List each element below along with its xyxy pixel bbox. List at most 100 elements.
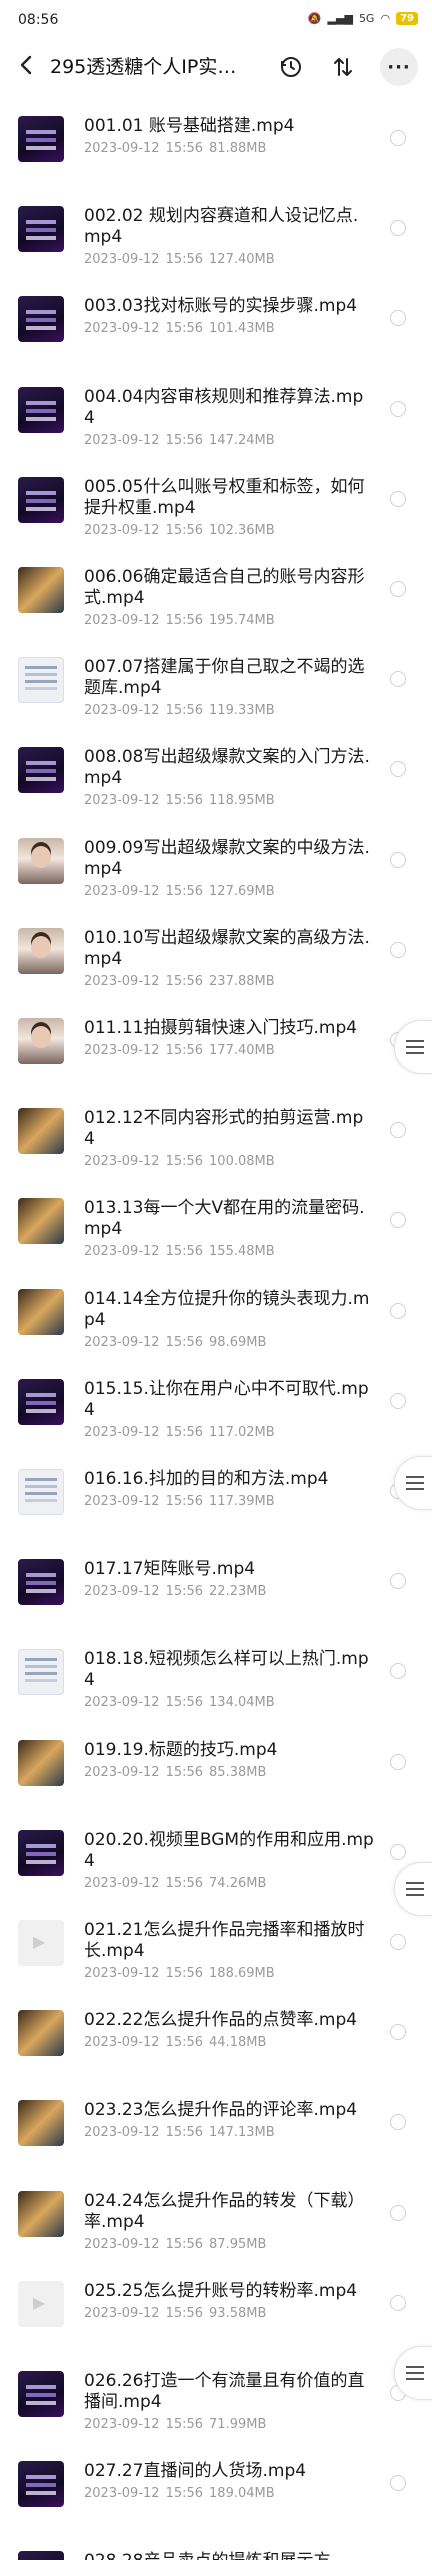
file-size: 177.40MB	[209, 1043, 275, 1058]
select-radio[interactable]	[390, 490, 406, 507]
file-size: 44.18MB	[209, 2035, 267, 2051]
file-date: 2023-09-12	[84, 703, 160, 719]
file-name: 013.13每一个大V都在用的流量密码.mp4	[84, 1198, 365, 1240]
file-row[interactable]: 008.08写出超级爆款文案的入门方法.mp4 2023-09-12 15:56 11…	[0, 727, 432, 817]
file-size: 22.23MB	[209, 1584, 267, 1600]
select-radio[interactable]	[390, 1392, 406, 1409]
file-date: 2023-09-12	[84, 1043, 160, 1058]
file-time: 15:56	[165, 2305, 204, 2321]
file-row[interactable]: 011.11拍摄剪辑快速入门技巧.mp4 2023-09-12 15:56 177.4…	[0, 998, 432, 1088]
select-radio[interactable]	[390, 2024, 406, 2041]
file-row[interactable]: 016.16.抖加的目的和方法.mp4 2023-09-12 15:56 117.39…	[0, 1449, 432, 1539]
file-row[interactable]: 009.09写出超级爆款文案的中级方法.mp4 2023-09-12 15:56 12…	[0, 818, 432, 908]
file-name: 007.07搭建属于你自己取之不竭的选题库.mp4	[84, 657, 365, 699]
file-row[interactable]: 004.04内容审核规则和推荐算法.mp4 2023-09-12 15:56 147.…	[0, 367, 432, 457]
select-radio[interactable]	[390, 851, 406, 868]
select-radio[interactable]	[390, 1573, 406, 1590]
file-time: 15:56	[165, 1875, 204, 1891]
file-name: 016.16.抖加的目的和方法.mp4	[84, 1469, 329, 1489]
select-radio[interactable]	[390, 1122, 406, 1139]
file-row[interactable]: 007.07搭建属于你自己取之不竭的选题库.mp4 2023-09-12 15:56…	[0, 637, 432, 727]
history-button[interactable]	[276, 52, 306, 82]
select-radio[interactable]	[390, 581, 406, 597]
file-row[interactable]: 012.12不同内容形式的拍剪运营.mp4 2023-09-12 15:56 100.…	[0, 1088, 432, 1178]
file-meta: 2023-09-12 15:56 98.69MB	[84, 1335, 272, 1350]
file-name: 011.11拍摄剪辑快速入门技巧.mp4	[84, 1018, 358, 1038]
header: 295透透糖个人IP实… ···	[0, 44, 432, 90]
file-meta: 2023-09-12 15:56 102.36MB	[84, 523, 281, 538]
video-thumbnail	[18, 747, 64, 794]
status-bar: 08:56 🔕 ▂▄▆ 5G ◠ 79	[0, 0, 432, 44]
video-thumbnail	[18, 1739, 64, 1786]
select-radio[interactable]	[390, 2294, 406, 2311]
select-radio[interactable]	[390, 220, 406, 237]
file-row[interactable]: 024.24怎么提升作品的转发（下载）率.mp4 2023-09-12 15:56 8…	[0, 2171, 432, 2261]
video-thumbnail	[18, 2461, 64, 2508]
file-meta: 2023-09-12 15:56 71.99MB	[84, 2417, 272, 2432]
file-time: 15:56	[165, 2035, 204, 2051]
file-row[interactable]: 026.26打造一个有流量且有价值的直播间.mp4 2023-09-12 15:56…	[0, 2351, 432, 2441]
file-size: 74.26MB	[209, 1875, 267, 1891]
file-row[interactable]: 028.28产品卖点的提炼和展示方	[0, 2531, 432, 2560]
file-time: 15:56	[165, 1154, 204, 1170]
select-radio[interactable]	[390, 2475, 406, 2492]
file-time: 15:56	[165, 1966, 204, 1981]
file-time: 15:56	[165, 973, 204, 989]
select-radio[interactable]	[390, 1753, 406, 1770]
select-radio[interactable]	[390, 941, 406, 958]
select-radio[interactable]	[390, 400, 406, 417]
video-thumbnail	[18, 927, 64, 974]
file-row[interactable]: 003.03找对标账号的实操步骤.mp4 2023-09-12 15:56 101.4…	[0, 276, 432, 366]
file-row[interactable]: 027.27直播间的人货场.mp4 2023-09-12 15:56 189.04MB	[0, 2441, 432, 2531]
file-row[interactable]: 018.18.短视频怎么样可以上热门.mp4 2023-09-12 15:56 134…	[0, 1629, 432, 1719]
file-row[interactable]: 001.01 账号基础搭建.mp4 2023-09-12 15:56 81.88MB	[0, 96, 432, 186]
video-thumbnail	[18, 567, 64, 613]
file-row[interactable]: 025.25怎么提升账号的转粉率.mp4 2023-09-12 15:56 93.58…	[0, 2261, 432, 2351]
file-size: 127.69MB	[209, 883, 275, 899]
video-thumbnail	[18, 1288, 64, 1335]
select-radio[interactable]	[390, 2204, 406, 2221]
file-row[interactable]: 002.02 规划内容赛道和人设记忆点.mp4 2023-09-12 15:56 12…	[0, 186, 432, 276]
file-meta: 2023-09-12 15:56 87.95MB	[84, 2237, 272, 2252]
file-name: 015.15.让你在用户心中不可取代.mp4	[84, 1378, 369, 1420]
select-radio[interactable]	[390, 1663, 406, 1680]
file-row[interactable]: 014.14全方位提升你的镜头表现力.mp4 2023-09-12 15:56 98.…	[0, 1269, 432, 1359]
file-date: 2023-09-12	[84, 973, 160, 989]
select-radio[interactable]	[390, 130, 406, 146]
file-row[interactable]: 021.21怎么提升作品完播率和播放时长.mp4 2023-09-12 15:56 1…	[0, 1900, 432, 1990]
file-row[interactable]: 006.06确定最适合自己的账号内容形式.mp4 2023-09-12 15:56 1…	[0, 547, 432, 637]
more-button[interactable]: ···	[380, 48, 418, 86]
file-row[interactable]: 020.20.视频里BGM的作用和应用.mp4 2023-09-12 15:56 74…	[0, 1810, 432, 1900]
file-row[interactable]: 023.23怎么提升作品的评论率.mp4 2023-09-12 15:56 147.1…	[0, 2080, 432, 2170]
select-radio[interactable]	[390, 1934, 406, 1950]
file-row[interactable]: 005.05什么叫账号权重和标签，如何提升权重.mp4 2023-09-12 15:…	[0, 457, 432, 547]
file-time: 15:56	[165, 1764, 204, 1780]
sort-button[interactable]	[328, 52, 358, 82]
file-time: 15:56	[165, 1424, 204, 1440]
file-size: 118.95MB	[209, 793, 275, 809]
file-meta: 2023-09-12 15:56 134.04MB	[84, 1695, 281, 1710]
file-name: 012.12不同内容形式的拍剪运营.mp4	[84, 1108, 364, 1150]
select-radio[interactable]	[390, 761, 406, 778]
select-radio[interactable]	[390, 310, 406, 327]
video-thumbnail	[18, 1469, 64, 1515]
file-row[interactable]: 019.19.标题的技巧.mp4 2023-09-12 15:56 85.38MB	[0, 1720, 432, 1810]
select-radio[interactable]	[390, 1302, 406, 1319]
select-radio[interactable]	[390, 1212, 406, 1229]
select-radio[interactable]	[390, 1843, 406, 1860]
file-row[interactable]: 010.10写出超级爆款文案的高级方法.mp4 2023-09-12 15:56 23…	[0, 908, 432, 998]
file-row[interactable]: 015.15.让你在用户心中不可取代.mp4 2023-09-12 15:56 117…	[0, 1359, 432, 1449]
file-time: 15:56	[165, 2125, 204, 2141]
file-row[interactable]: 013.13每一个大V都在用的流量密码.mp4 2023-09-12 15:56 15…	[0, 1178, 432, 1268]
select-radio[interactable]	[390, 2114, 406, 2131]
select-radio[interactable]	[390, 671, 406, 688]
video-thumbnail	[18, 2551, 64, 2560]
file-time: 15:56	[165, 252, 204, 268]
back-button[interactable]	[16, 54, 42, 80]
file-date: 2023-09-12	[84, 2305, 160, 2321]
file-size: 100.08MB	[209, 1154, 275, 1170]
file-row[interactable]: 022.22怎么提升作品的点赞率.mp4 2023-09-12 15:56 44.18…	[0, 1990, 432, 2080]
video-thumbnail	[18, 2280, 64, 2327]
file-row[interactable]: 017.17矩阵账号.mp4 2023-09-12 15:56 22.23MB	[0, 1539, 432, 1629]
file-meta: 2023-09-12 15:56 93.58MB	[84, 2306, 272, 2321]
